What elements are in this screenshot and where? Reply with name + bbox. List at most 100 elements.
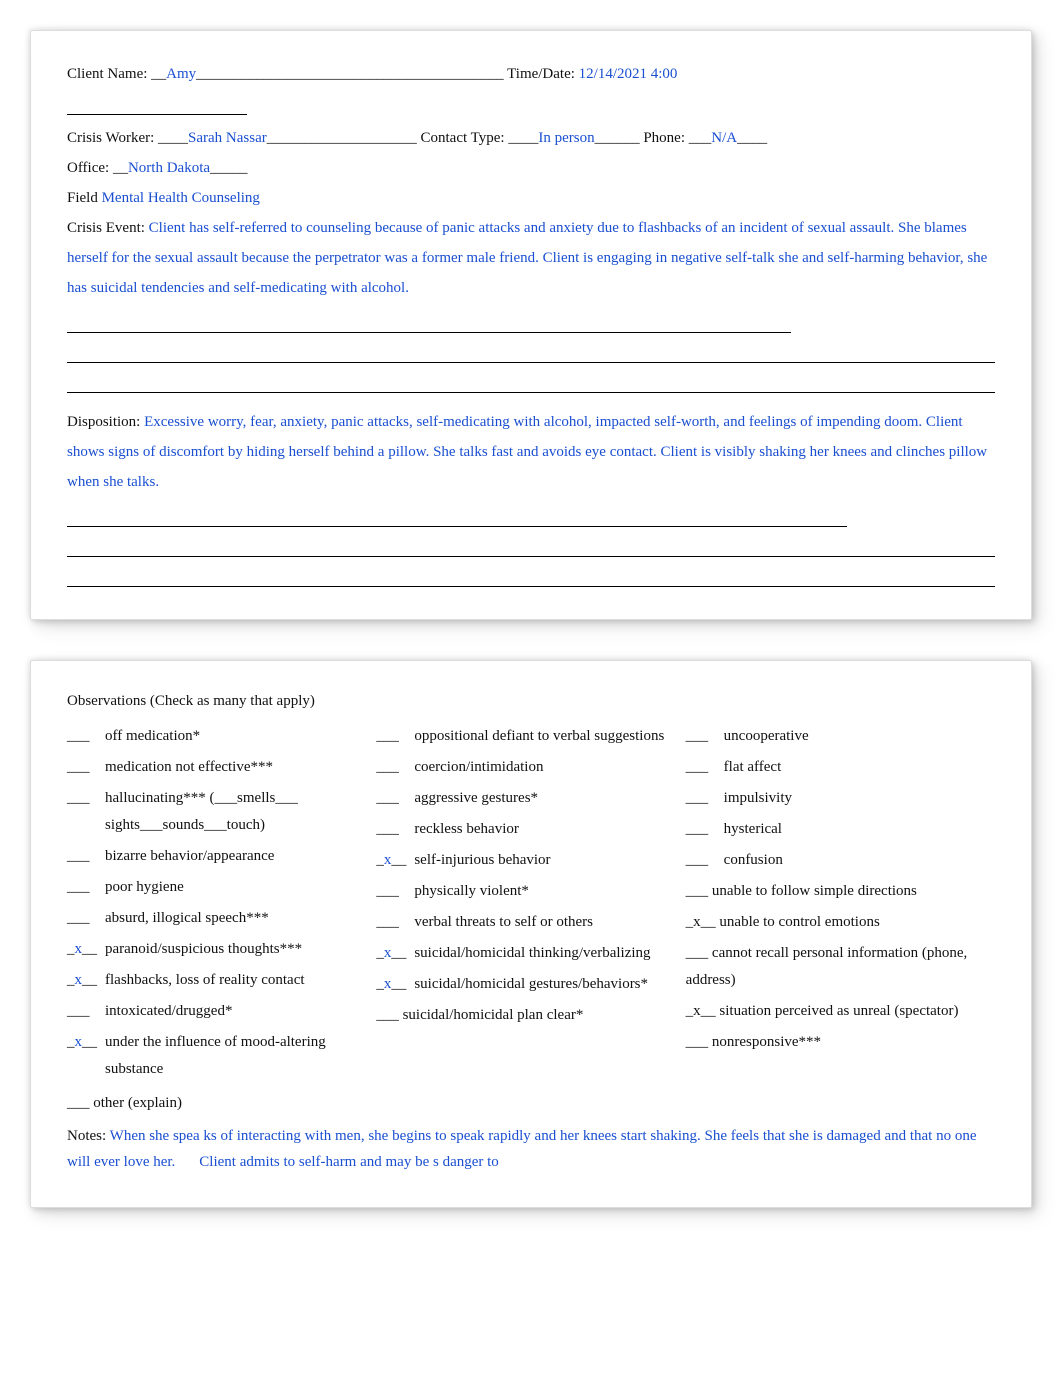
crisis-worker-value: Sarah Nassar [188,130,267,146]
checkbox-mark[interactable]: _x__ [67,1029,105,1056]
observation-label: verbal threats to self or others [414,909,685,936]
checkbox-mark[interactable]: ___ [376,878,414,905]
observation-label: physically violent* [414,878,685,905]
observation-label: self-injurious behavior [414,847,685,874]
checkbox-mark[interactable]: ___ [67,754,105,781]
observation-item: _x__paranoid/suspicious thoughts*** [67,936,376,963]
observation-label: oppositional defiant to verbal suggestio… [414,723,685,750]
checkbox-mark[interactable]: ___ [376,723,414,750]
checkbox-mark[interactable]: _x__ [67,936,105,963]
checkbox-mark[interactable]: ___ [67,874,105,901]
observation-item: ___hysterical [686,816,995,843]
blank-line [67,541,995,557]
checkbox-mark[interactable]: ___ [376,754,414,781]
observation-item: ___absurd, illogical speech*** [67,905,376,932]
contact-type-value: In person [538,130,594,146]
observation-item: ___medication not effective*** [67,754,376,781]
notes-text-b: Client admits to self-harm and may be s … [199,1154,499,1170]
crisis-event-label: Crisis Event: [67,220,149,236]
observation-item: _x__suicidal/homicidal gestures/behavior… [376,971,685,998]
observation-label: paranoid/suspicious thoughts*** [105,936,376,963]
office-trail: _____ [210,160,248,176]
observation-label: ___ suicidal/homicidal plan clear* [376,1002,685,1029]
observation-item: _x__suicidal/homicidal thinking/verbaliz… [376,940,685,967]
checkbox-mark[interactable]: ___ [686,847,724,874]
observations-columns: ___off medication*___medication not effe… [67,723,995,1087]
observation-item: _x__ situation perceived as unreal (spec… [686,998,995,1025]
checkbox-mark[interactable]: _x__ [376,847,414,874]
observation-item: ___coercion/intimidation [376,754,685,781]
observation-item: ___poor hygiene [67,874,376,901]
observation-label: medication not effective*** [105,754,376,781]
crisis-worker-trail: ____________________ [267,130,417,146]
disposition-value: Excessive worry, fear, anxiety, panic at… [67,414,987,490]
contact-type-trail: ______ [595,130,640,146]
other-explain-row: ___ other (explain) [67,1091,995,1117]
observation-label: aggressive gestures* [414,785,685,812]
notes-row: Notes: When she spea ks of interacting w… [67,1124,995,1175]
observation-item: _x__self-injurious behavior [376,847,685,874]
checkbox-mark[interactable]: ___ [376,816,414,843]
observation-item: ___verbal threats to self or others [376,909,685,936]
checkbox-mark[interactable]: ___ [376,909,414,936]
phone-trail: ____ [737,130,767,146]
checkbox-mark[interactable]: ___ [376,785,414,812]
crisis-event-value: Client has self-referred to counseling b… [67,220,987,296]
client-name-label: Client Name: __ [67,66,166,82]
phone-label: Phone: ___ [643,130,711,146]
observation-label: hysterical [724,816,995,843]
observation-label: off medication* [105,723,376,750]
observation-item: ___reckless behavior [376,816,685,843]
blank-line [67,377,995,393]
checkbox-mark[interactable]: ___ [686,816,724,843]
observation-label: flashbacks, loss of reality contact [105,967,376,994]
observation-label: _x__ unable to control emotions [686,909,995,936]
observation-item: ___intoxicated/drugged* [67,998,376,1025]
worker-contact-row: Crisis Worker: ____Sarah Nassar_________… [67,123,995,153]
checkbox-mark[interactable]: ___ [67,785,105,812]
checkbox-mark[interactable]: _x__ [67,967,105,994]
observation-item: ___ suicidal/homicidal plan clear* [376,1002,685,1029]
checkbox-mark[interactable]: ___ [67,723,105,750]
observation-item: _x__under the influence of mood-altering… [67,1029,376,1083]
observation-item: ___ unable to follow simple directions [686,878,995,905]
observation-label: reckless behavior [414,816,685,843]
blank-line-under-client [67,99,247,115]
office-value: North Dakota [128,160,210,176]
checkbox-mark[interactable]: ___ [67,905,105,932]
observation-label: under the influence of mood-alteringsubs… [105,1029,376,1083]
observation-label: poor hygiene [105,874,376,901]
checkbox-mark[interactable]: _x__ [376,971,414,998]
blank-line [67,317,791,333]
blank-line [67,347,995,363]
observation-item: ___aggressive gestures* [376,785,685,812]
observation-label: _x__ situation perceived as unreal (spec… [686,998,995,1025]
observation-label: impulsivity [724,785,995,812]
disposition-label: Disposition: [67,414,144,430]
observation-item: _x__flashbacks, loss of reality contact [67,967,376,994]
observation-item: ___impulsivity [686,785,995,812]
disposition-row: Disposition: Excessive worry, fear, anxi… [67,407,995,497]
observation-item: ___ nonresponsive*** [686,1029,995,1056]
observation-item: ___confusion [686,847,995,874]
checkbox-mark[interactable]: ___ [67,843,105,870]
client-time-row: Client Name: __Amy______________________… [67,59,995,89]
observation-item: ___uncooperative [686,723,995,750]
checkbox-mark[interactable]: ___ [67,998,105,1025]
blank-line [67,571,995,587]
checkbox-mark[interactable]: ___ [686,723,724,750]
observation-item: ___ cannot recall personal information (… [686,940,995,994]
observations-col-3: ___uncooperative___flat affect___impulsi… [686,723,995,1087]
checkbox-mark[interactable]: ___ [686,754,724,781]
contact-type-label: Contact Type: ____ [421,130,539,146]
checkbox-mark[interactable]: _x__ [376,940,414,967]
observation-label: ___ nonresponsive*** [686,1029,995,1056]
observation-item: ___physically violent* [376,878,685,905]
checkbox-mark[interactable]: ___ [686,785,724,812]
intake-panel: Client Name: __Amy______________________… [30,30,1032,620]
client-name-value: Amy [166,66,196,82]
office-row: Office: __North Dakota_____ [67,153,995,183]
observation-label: flat affect [724,754,995,781]
observation-label: intoxicated/drugged* [105,998,376,1025]
field-value: Mental Health Counseling [102,190,260,206]
